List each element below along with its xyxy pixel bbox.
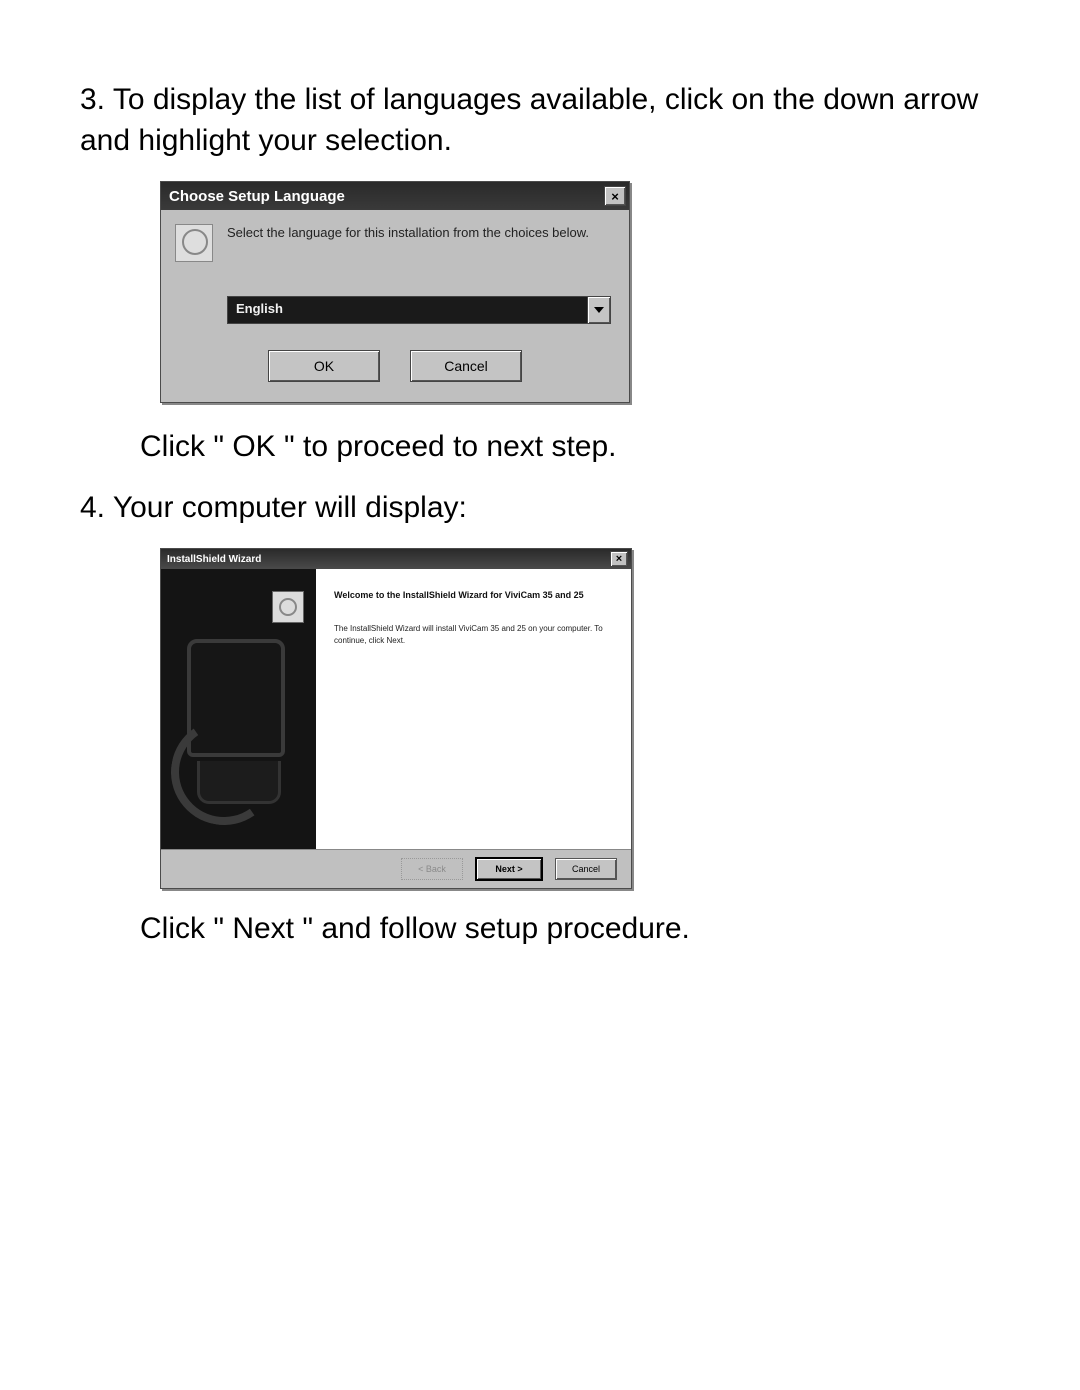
dropdown-arrow-button[interactable]	[587, 297, 610, 323]
dialog1-title: Choose Setup Language	[169, 188, 345, 205]
wizard-side-panel	[161, 569, 316, 849]
dialog1-button-row: OK Cancel	[161, 334, 629, 402]
dialog1-titlebar: Choose Setup Language ×	[161, 182, 629, 210]
step4-instruction: 4. Your computer will display:	[80, 488, 1000, 529]
cancel-button[interactable]: Cancel	[555, 858, 617, 880]
step4-after-text: Click " Next " and follow setup procedur…	[80, 909, 1000, 950]
close-button[interactable]: ×	[604, 186, 626, 206]
dialog2-content: Welcome to the InstallShield Wizard for …	[316, 569, 631, 849]
back-button: < Back	[401, 858, 463, 880]
dialog2-footer: < Back Next > Cancel	[161, 849, 631, 888]
close-icon: ×	[611, 189, 619, 204]
step3-after-text: Click " OK " to proceed to next step.	[80, 427, 1000, 468]
selected-language: English	[228, 297, 587, 323]
dialog2-main: Welcome to the InstallShield Wizard for …	[161, 569, 631, 849]
setup-globe-icon	[175, 224, 213, 262]
dialog2-title: InstallShield Wizard	[167, 554, 261, 565]
language-dropdown[interactable]: English	[227, 296, 611, 324]
document-page: 3. To display the list of languages avai…	[0, 0, 1080, 1390]
chevron-down-icon	[594, 307, 604, 313]
cancel-button[interactable]: Cancel	[410, 350, 522, 382]
wizard-welcome-heading: Welcome to the InstallShield Wizard for …	[334, 589, 613, 601]
page-bottom-whitespace	[80, 970, 1000, 1330]
ok-button[interactable]: OK	[268, 350, 380, 382]
next-button[interactable]: Next >	[475, 857, 543, 881]
dialog1-message: Select the language for this installatio…	[227, 224, 589, 262]
wizard-body-text: The InstallShield Wizard will install Vi…	[334, 623, 613, 646]
setup-disc-icon	[272, 591, 304, 623]
choose-language-dialog: Choose Setup Language × Select the langu…	[160, 181, 630, 403]
step3-instruction: 3. To display the list of languages avai…	[80, 80, 1000, 161]
close-icon: ×	[616, 553, 622, 565]
computer-base-graphic	[197, 761, 281, 804]
dialog1-body: Select the language for this installatio…	[161, 210, 629, 272]
installshield-wizard-dialog: InstallShield Wizard × Welcome to the In…	[160, 548, 632, 889]
dialog2-titlebar: InstallShield Wizard ×	[161, 549, 631, 569]
close-button[interactable]: ×	[610, 551, 628, 567]
